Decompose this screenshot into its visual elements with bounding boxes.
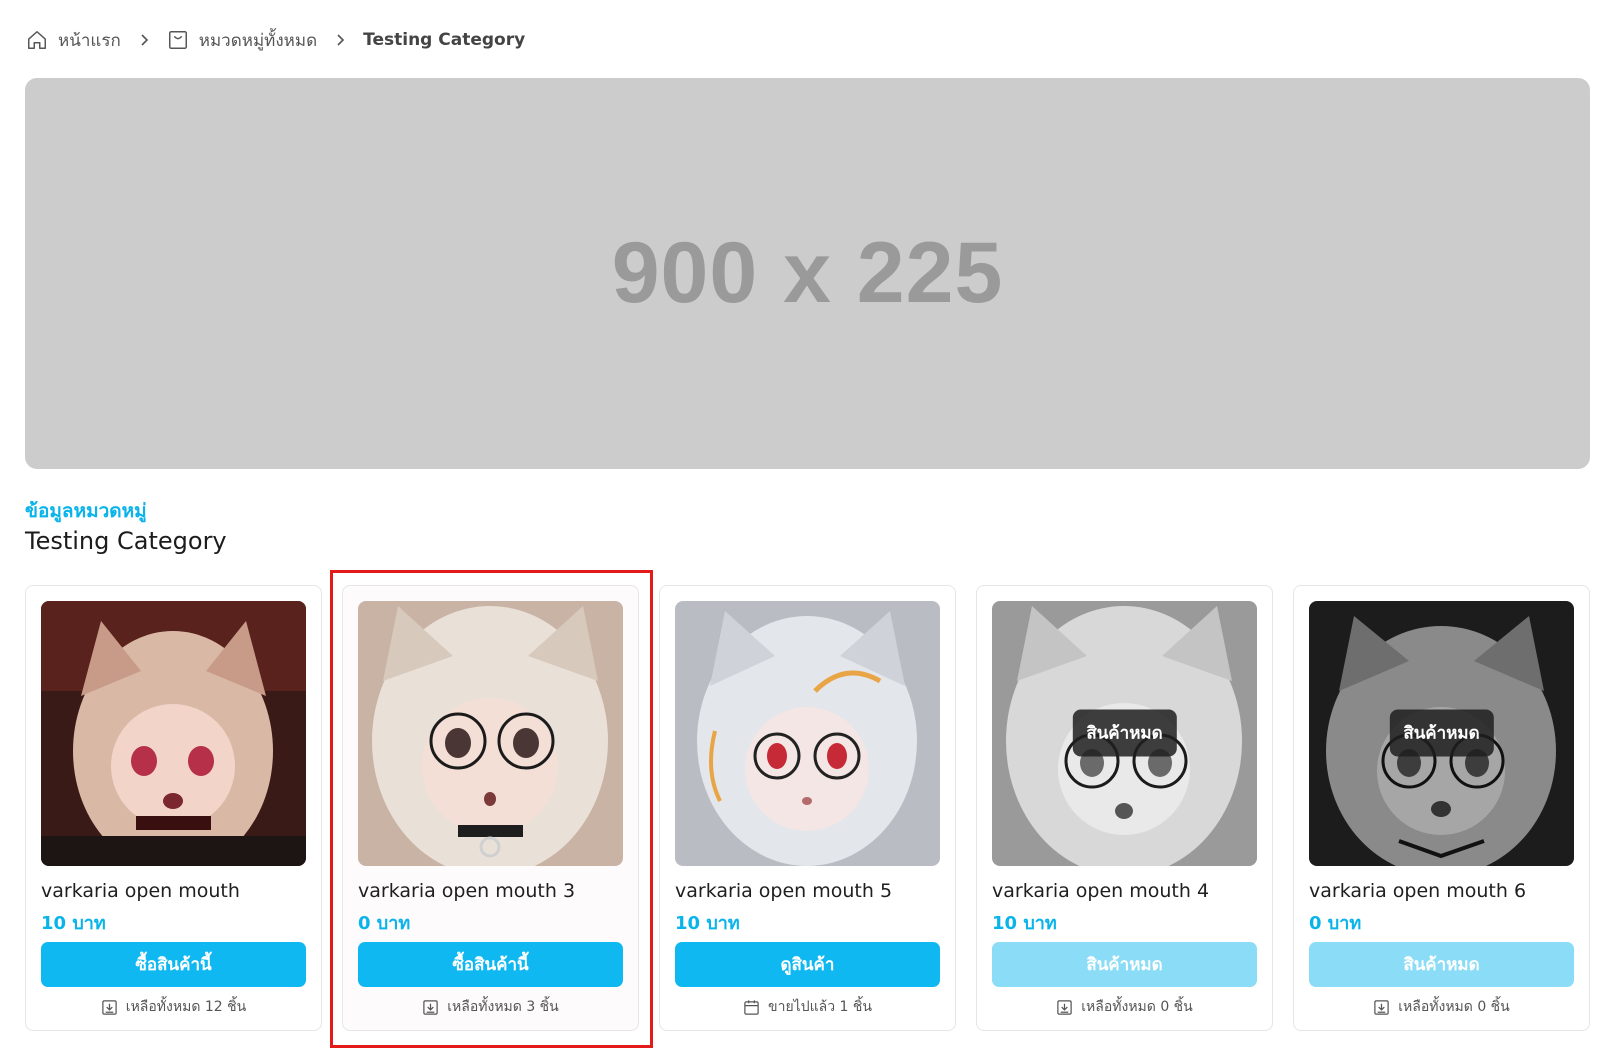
- product-card[interactable]: สินค้าหมด varkaria open mouth 6 0 บาท สิ…: [1293, 585, 1590, 1031]
- chevron-right-icon: [137, 33, 151, 47]
- stock-text: เหลือทั้งหมด 3 ชิ้น: [447, 999, 559, 1015]
- category-info-label: ข้อมูลหมวดหมู่: [25, 500, 147, 522]
- stock-text: เหลือทั้งหมด 0 ชิ้น: [1081, 999, 1193, 1015]
- sold-out-button: สินค้าหมด: [1309, 942, 1574, 987]
- product-image[interactable]: [41, 601, 306, 866]
- box-download-icon: [1057, 999, 1072, 1015]
- category-title: Testing Category: [25, 527, 227, 555]
- product-card[interactable]: สินค้าหมด varkaria open mouth 4 10 บาท ส…: [976, 585, 1273, 1031]
- breadcrumb: หน้าแรก หมวดหมู่ทั้งหมด Testing Category: [26, 26, 525, 54]
- product-name[interactable]: varkaria open mouth: [41, 880, 240, 902]
- product-card[interactable]: varkaria open mouth 10 บาท ซื้อสินค้านี้…: [25, 585, 322, 1031]
- product-image[interactable]: สินค้าหมด: [992, 601, 1257, 866]
- breadcrumb-home-link[interactable]: หน้าแรก: [26, 27, 121, 54]
- stock-text: ขายไปแล้ว 1 ชิ้น: [768, 999, 872, 1015]
- stock-text: เหลือทั้งหมด 12 ชิ้น: [125, 999, 247, 1015]
- breadcrumb-all-categories-label: หมวดหมู่ทั้งหมด: [198, 30, 318, 51]
- sold-out-badge: สินค้าหมด: [1072, 709, 1177, 757]
- stock-info: เหลือทั้งหมด 0 ชิ้น: [977, 996, 1272, 1018]
- product-name[interactable]: varkaria open mouth 5: [675, 880, 892, 902]
- breadcrumb-all-categories-link[interactable]: หมวดหมู่ทั้งหมด: [167, 27, 317, 54]
- product-price: 10 บาท: [992, 913, 1057, 934]
- product-image[interactable]: [675, 601, 940, 866]
- box-download-icon: [1374, 999, 1389, 1015]
- sold-out-badge: สินค้าหมด: [1389, 709, 1494, 757]
- stock-info: ขายไปแล้ว 1 ชิ้น: [660, 996, 955, 1018]
- product-card[interactable]: varkaria open mouth 5 10 บาท ดูสินค้า ขา…: [659, 585, 956, 1031]
- view-product-button[interactable]: ดูสินค้า: [675, 942, 940, 987]
- box-download-icon: [102, 999, 117, 1015]
- breadcrumb-current: Testing Category: [363, 30, 526, 50]
- chevron-right-icon: [333, 33, 347, 47]
- buy-product-button[interactable]: ซื้อสินค้านี้: [358, 942, 623, 987]
- stock-info: เหลือทั้งหมด 0 ชิ้น: [1294, 996, 1589, 1018]
- sold-out-button: สินค้าหมด: [992, 942, 1257, 987]
- product-price: 0 บาท: [1309, 913, 1362, 934]
- breadcrumb-home-label: หน้าแรก: [58, 30, 121, 51]
- box-download-icon: [423, 999, 438, 1015]
- calendar-icon: [744, 999, 759, 1015]
- category-banner: 900 x 225: [25, 78, 1590, 469]
- product-grid: varkaria open mouth 10 บาท ซื้อสินค้านี้…: [25, 585, 1590, 1031]
- stock-info: เหลือทั้งหมด 3 ชิ้น: [343, 996, 638, 1018]
- product-price: 10 บาท: [41, 913, 106, 934]
- home-icon: [28, 31, 46, 49]
- product-image[interactable]: สินค้าหมด: [1309, 601, 1574, 866]
- stock-text: เหลือทั้งหมด 0 ชิ้น: [1398, 999, 1510, 1015]
- category-box-icon: [168, 31, 187, 49]
- product-card[interactable]: varkaria open mouth 3 0 บาท ซื้อสินค้านี…: [342, 585, 639, 1031]
- banner-placeholder-text: 900 x 225: [611, 225, 1004, 321]
- product-name[interactable]: varkaria open mouth 6: [1309, 880, 1526, 902]
- product-price: 0 บาท: [358, 913, 411, 934]
- stock-info: เหลือทั้งหมด 12 ชิ้น: [26, 996, 321, 1018]
- product-name[interactable]: varkaria open mouth 4: [992, 880, 1209, 902]
- product-image[interactable]: [358, 601, 623, 866]
- buy-product-button[interactable]: ซื้อสินค้านี้: [41, 942, 306, 987]
- product-name[interactable]: varkaria open mouth 3: [358, 880, 575, 902]
- product-price: 10 บาท: [675, 913, 740, 934]
